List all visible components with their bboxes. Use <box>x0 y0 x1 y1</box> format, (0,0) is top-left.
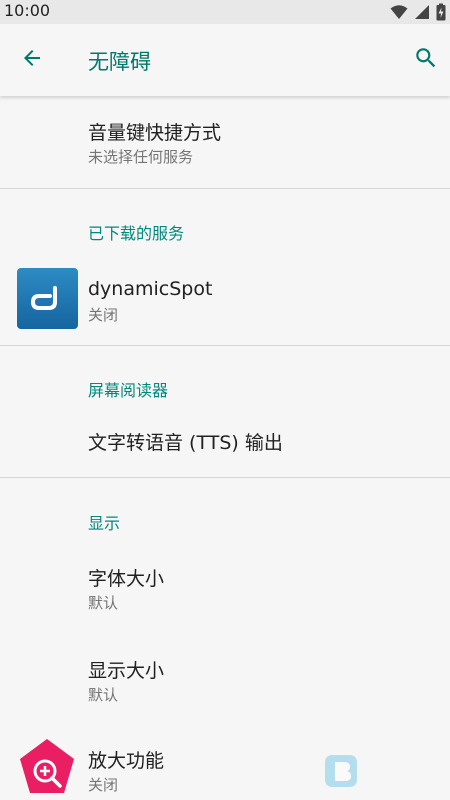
arrow-back-icon <box>20 46 44 74</box>
divider <box>0 188 450 189</box>
item-title: 字体大小 <box>88 568 165 590</box>
item-title: 文字转语音 (TTS) 输出 <box>88 432 283 454</box>
display-size-item[interactable]: 显示大小 默认 <box>0 636 450 728</box>
item-subtitle: 默认 <box>88 594 119 612</box>
item-title: 放大功能 <box>88 750 165 772</box>
status-bar: 10:00 <box>0 0 450 24</box>
battery-charging-icon <box>436 3 446 25</box>
item-subtitle: 关闭 <box>88 776 119 794</box>
status-icons <box>390 3 446 25</box>
page-title: 无障碍 <box>88 50 151 74</box>
watermark-logo <box>324 752 442 792</box>
section-header-downloaded: 已下载的服务 <box>88 224 185 243</box>
font-size-item[interactable]: 字体大小 默认 <box>0 544 450 636</box>
divider <box>0 345 450 346</box>
section-header-display: 显示 <box>88 514 121 533</box>
wifi-icon <box>390 4 408 24</box>
search-button[interactable] <box>410 44 442 76</box>
dynamicspot-item[interactable]: dynamicSpot 关闭 <box>0 256 450 346</box>
tts-output-item[interactable]: 文字转语音 (TTS) 输出 <box>0 411 450 477</box>
status-time: 10:00 <box>4 1 51 20</box>
magnification-icon <box>20 739 74 793</box>
item-title: 显示大小 <box>88 660 165 682</box>
item-subtitle: 关闭 <box>88 306 119 324</box>
signal-icon <box>414 4 430 24</box>
section-header-screen-reader: 屏幕阅读器 <box>88 381 169 400</box>
volume-shortcut-item[interactable]: 音量键快捷方式 未选择任何服务 <box>0 96 450 188</box>
app-bar: 无障碍 <box>0 24 450 96</box>
search-icon <box>413 45 439 75</box>
item-subtitle: 未选择任何服务 <box>88 148 194 166</box>
back-button[interactable] <box>16 44 48 76</box>
dynamicspot-app-icon <box>17 268 78 329</box>
item-title: dynamicSpot <box>88 278 213 300</box>
divider <box>0 477 450 478</box>
item-title: 音量键快捷方式 <box>88 122 222 144</box>
item-subtitle: 默认 <box>88 686 119 704</box>
